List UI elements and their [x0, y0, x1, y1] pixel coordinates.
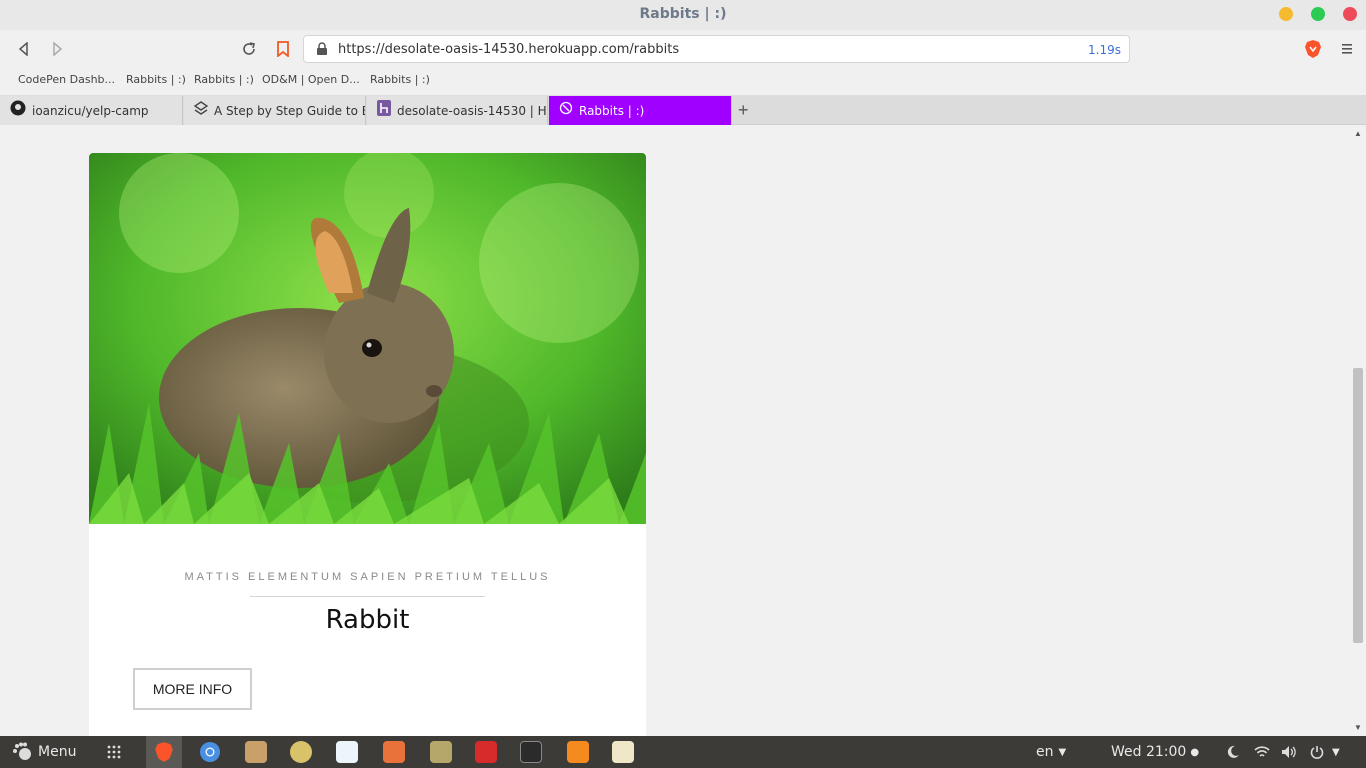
bookmark-item[interactable]: CodePen Dashb... — [18, 73, 115, 86]
rabbit-card: MATTIS ELEMENTUM SAPIEN PRETIUM TELLUS R… — [89, 153, 646, 736]
power-icon[interactable]: ▼ — [1310, 741, 1340, 763]
more-info-button[interactable]: MORE INFO — [133, 668, 252, 710]
volume-icon[interactable] — [1281, 741, 1297, 763]
heroku-icon — [377, 100, 391, 121]
brave-icon[interactable] — [1303, 39, 1323, 59]
sublime-app-icon[interactable] — [567, 741, 589, 763]
language-indicator[interactable]: en ▼ — [1036, 741, 1066, 763]
window-titlebar: Rabbits | :) — [0, 0, 1366, 30]
page-viewport: MATTIS ELEMENTUM SAPIEN PRETIUM TELLUS R… — [0, 125, 1352, 736]
language-label: en — [1036, 744, 1054, 760]
gnome-foot-icon — [13, 742, 31, 760]
wifi-icon[interactable] — [1254, 741, 1270, 763]
tab-label: ioanzicu/yelp-camp — [32, 103, 149, 118]
files-app-icon[interactable] — [245, 741, 267, 763]
new-tab-button[interactable]: + — [738, 100, 749, 121]
software-app-icon[interactable] — [383, 741, 405, 763]
tab-label: desolate-oasis-14530 | Her — [397, 103, 547, 118]
tab-rabbits[interactable]: Rabbits | :) — [549, 96, 732, 125]
back-icon[interactable] — [14, 39, 34, 59]
menu-button[interactable]: Menu — [12, 741, 76, 763]
tab-label: Rabbits | :) — [579, 103, 645, 118]
menu-label: Menu — [38, 744, 77, 760]
tab-strip: ioanzicu/yelp-camp A Step by Step Guide … — [0, 95, 1366, 125]
maximize-button[interactable] — [1311, 7, 1325, 21]
address-bar[interactable]: https://desolate-oasis-14530.herokuapp.c… — [303, 35, 1130, 63]
system-taskbar: Menu en ▼ Wed 21:00 ● ▼ — [0, 736, 1366, 768]
night-light-icon[interactable] — [1226, 741, 1240, 763]
url-text: https://desolate-oasis-14530.herokuapp.c… — [338, 42, 680, 57]
divider — [250, 596, 485, 597]
terminal-app-icon[interactable] — [520, 741, 542, 763]
menu-icon[interactable] — [1337, 39, 1357, 59]
browser-toolbar: https://desolate-oasis-14530.herokuapp.c… — [0, 30, 1366, 68]
tab-label: A Step by Step Guide to Bu — [214, 103, 365, 118]
rabbit-photo — [89, 153, 646, 524]
card-title: Rabbit — [325, 605, 410, 635]
bookmark-icon[interactable] — [273, 39, 293, 59]
tab-codepen[interactable]: A Step by Step Guide to Bu — [184, 96, 366, 125]
app-grid-icon[interactable] — [106, 741, 122, 763]
codepen-icon — [193, 101, 209, 120]
github-icon — [10, 100, 26, 121]
tab-heroku[interactable]: desolate-oasis-14530 | Her — [367, 96, 548, 125]
page-scrollbar[interactable]: ▲ ▼ — [1352, 125, 1366, 736]
bookmarks-bar: CodePen Dashb... Rabbits | :) Rabbits | … — [0, 68, 1366, 94]
writer-app-icon[interactable] — [336, 741, 358, 763]
scroll-thumb[interactable] — [1353, 368, 1363, 643]
archive-app-icon[interactable] — [430, 741, 452, 763]
chevron-down-icon: ▼ — [1332, 746, 1340, 758]
clock-label: Wed 21:00 — [1111, 744, 1187, 760]
reload-icon[interactable] — [239, 39, 259, 59]
forward-icon[interactable] — [47, 39, 67, 59]
notes-app-icon[interactable] — [612, 741, 634, 763]
slideshow-app-icon[interactable] — [475, 741, 497, 763]
minimize-button[interactable] — [1279, 7, 1293, 21]
tab-github[interactable]: ioanzicu/yelp-camp — [0, 96, 183, 125]
bookmark-item[interactable]: Rabbits | :) — [126, 73, 186, 86]
bookmark-item[interactable]: Rabbits | :) — [194, 73, 254, 86]
chrome-app-icon[interactable] — [199, 741, 221, 763]
gimp-app-icon[interactable] — [290, 741, 312, 763]
brave-app-icon[interactable] — [146, 736, 182, 768]
bookmark-item[interactable]: Rabbits | :) — [370, 73, 430, 86]
chevron-down-icon: ▼ — [1058, 746, 1067, 758]
notification-dot-icon: ● — [1190, 746, 1200, 758]
card-kicker: MATTIS ELEMENTUM SAPIEN PRETIUM TELLUS — [184, 571, 551, 583]
tab-favicon-icon — [559, 101, 573, 120]
bookmark-item[interactable]: OD&M | Open D... — [262, 73, 360, 86]
scroll-up-icon[interactable]: ▲ — [1354, 129, 1362, 138]
load-time: 1.19s — [1088, 43, 1121, 57]
close-button[interactable] — [1343, 7, 1357, 21]
clock[interactable]: Wed 21:00 ● — [1111, 741, 1199, 763]
window-title: Rabbits | :) — [639, 6, 727, 22]
lock-icon — [316, 42, 328, 61]
scroll-down-icon[interactable]: ▼ — [1354, 723, 1362, 732]
